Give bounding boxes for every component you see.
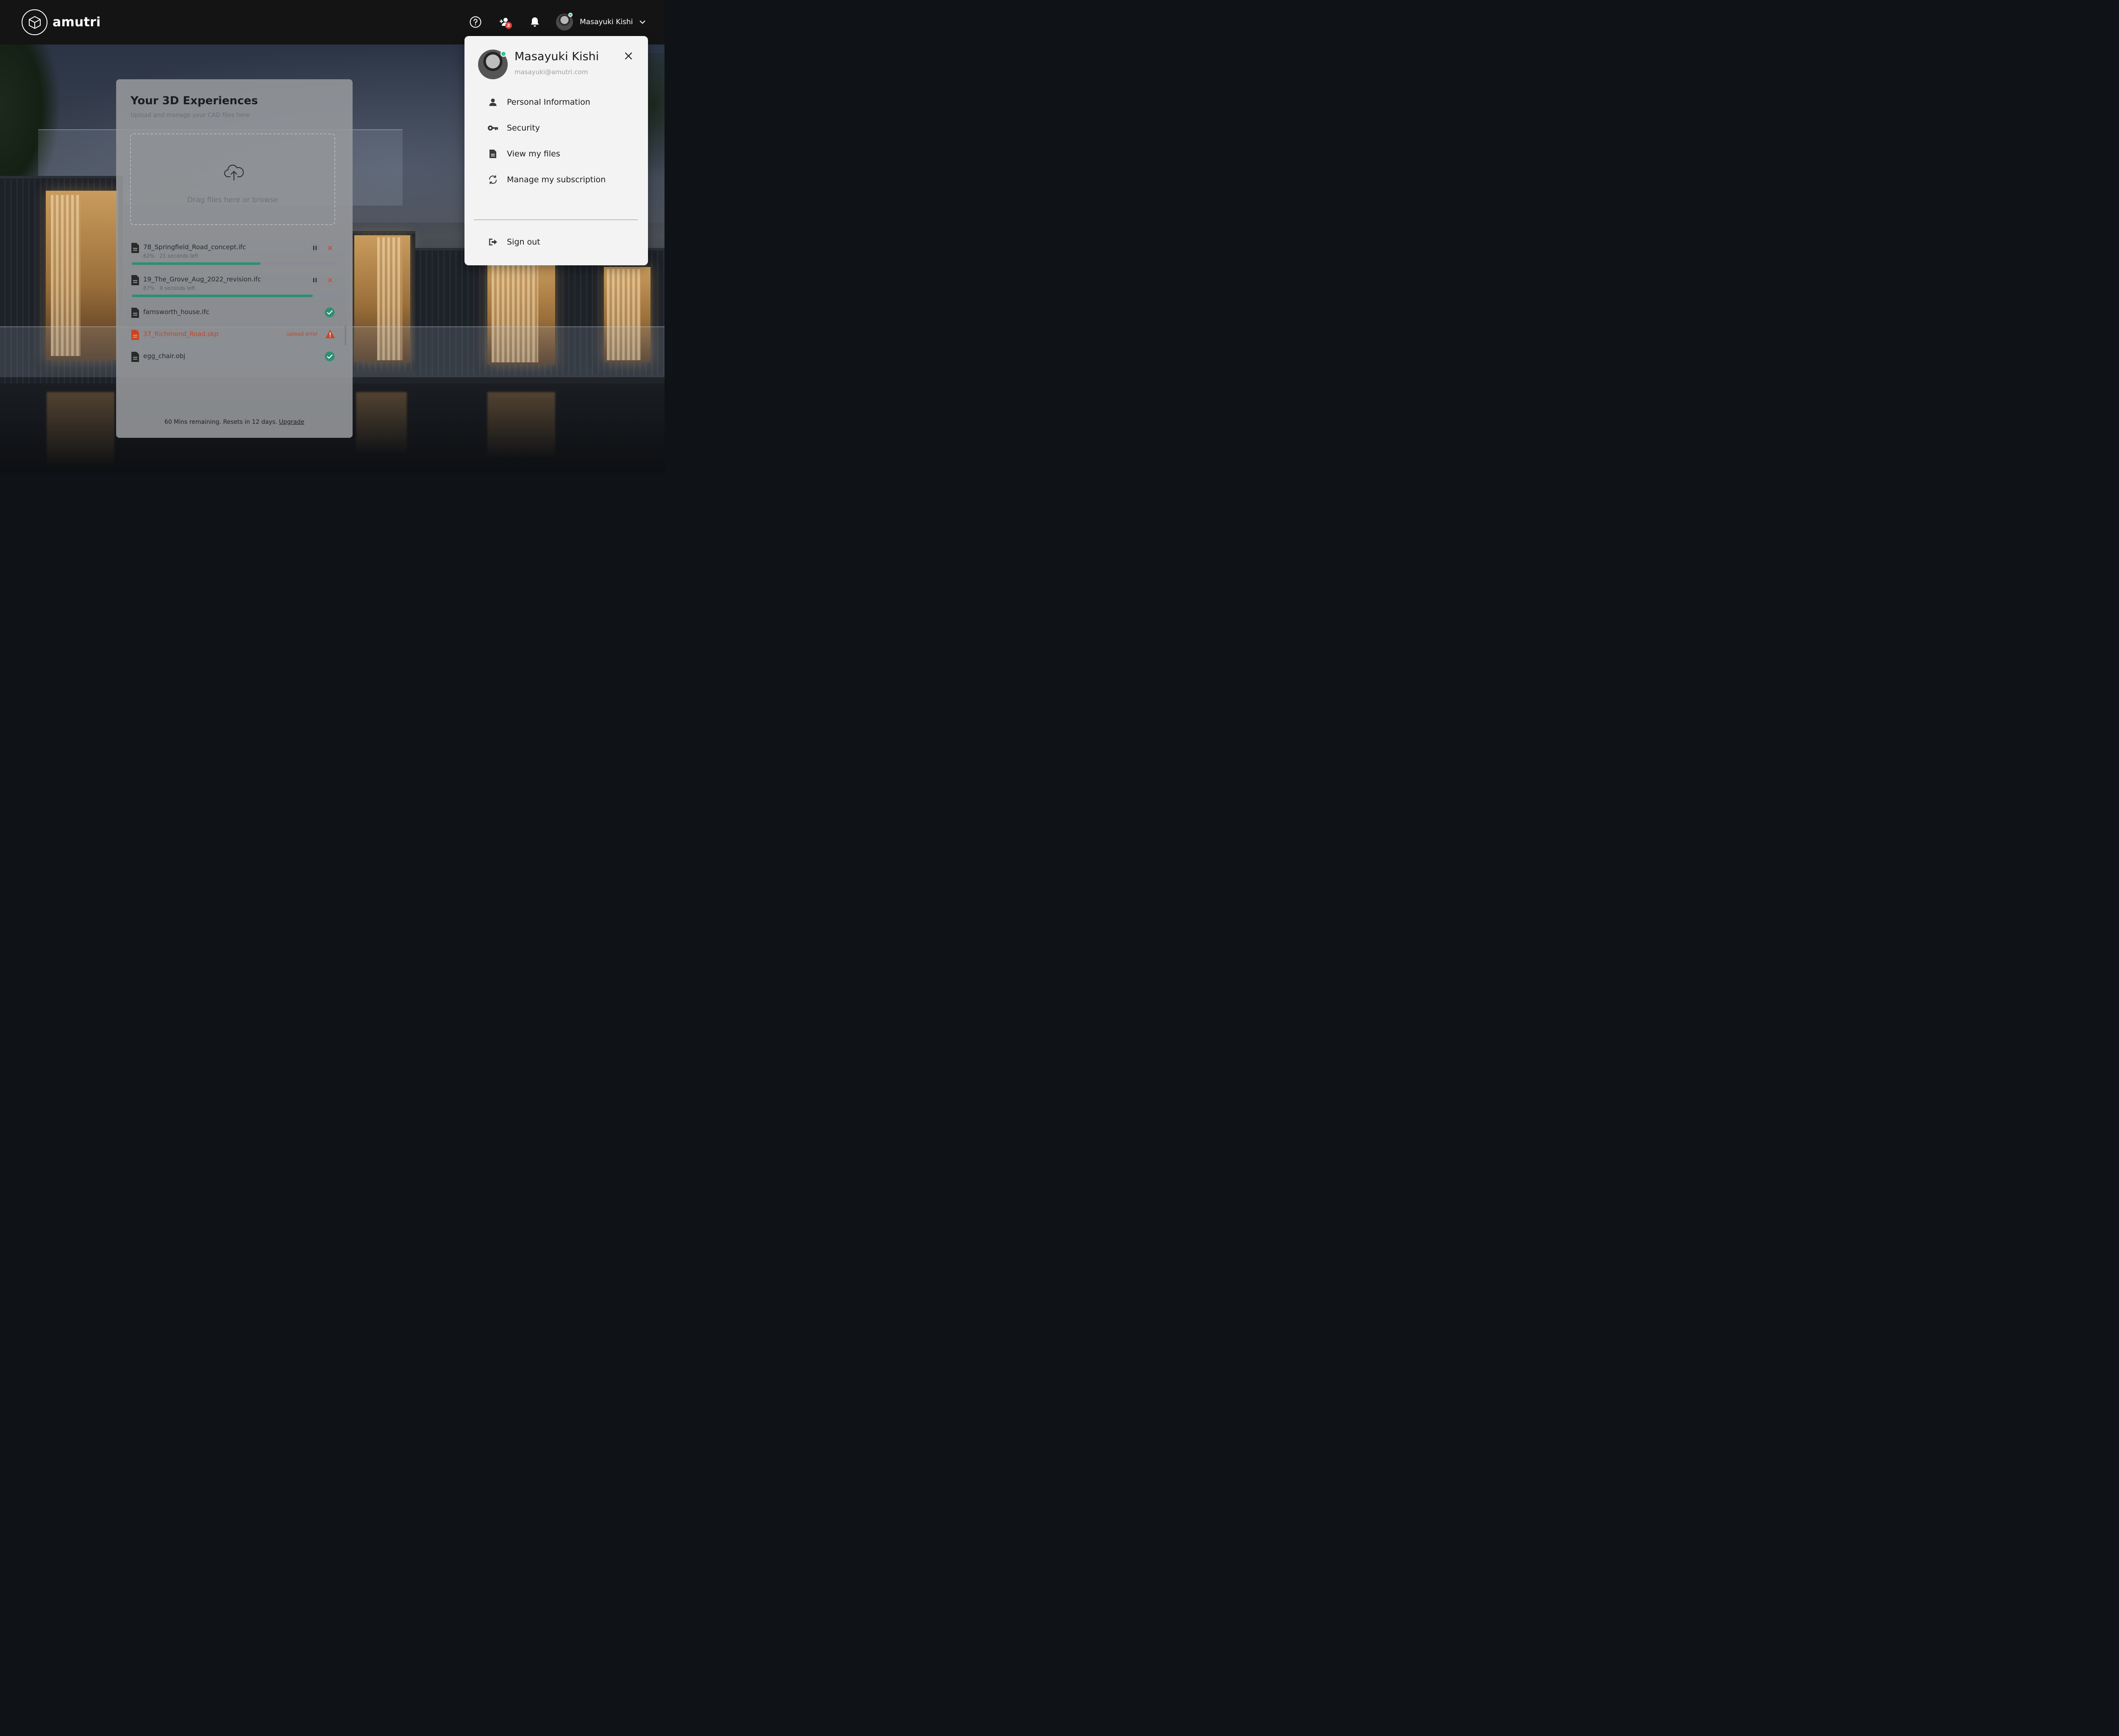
file-icon [131, 275, 139, 285]
upload-percent: 62% [143, 253, 155, 259]
close-icon [328, 278, 332, 282]
file-name: farnsworth_house.ifc [143, 308, 209, 316]
file-list-scrollbar[interactable] [345, 325, 346, 345]
online-status-dot [501, 51, 506, 57]
usage-remaining-text: 60 Mins remaining. Resets in 12 days. [164, 419, 278, 426]
close-dropdown-button[interactable] [623, 50, 634, 61]
reflection-left [47, 392, 114, 468]
avatar [556, 13, 573, 31]
menu-item-label: Security [507, 123, 540, 133]
file-name: 37_Richmond_Road.skp [143, 330, 219, 338]
upload-percent: 87% [143, 285, 155, 291]
upload-progress-fill [132, 262, 261, 265]
reflection-right [487, 392, 555, 460]
refresh-icon [487, 174, 498, 185]
avatar [478, 50, 508, 79]
menu-item-security[interactable]: Security [487, 120, 640, 136]
file-icon [131, 352, 139, 362]
dropzone-text: Drag files here or browse [187, 196, 278, 204]
bell-icon[interactable] [526, 14, 543, 31]
reflection-center [356, 392, 407, 456]
upload-progress-bar [132, 262, 340, 265]
brand-name: amutri [53, 15, 101, 30]
cube-logo-icon [22, 9, 47, 35]
upload-error-label: upload error [286, 331, 318, 337]
file-icon [487, 148, 498, 159]
file-name: 78_Springfield_Road_concept.ifc [143, 243, 246, 251]
key-icon [487, 122, 498, 134]
pause-icon [313, 278, 317, 282]
menu-item-view-my-files[interactable]: View my files [487, 145, 640, 162]
sign-out-icon [487, 236, 498, 248]
file-name: 19_The_Grove_Aug_2022_revision.ifc [143, 275, 261, 283]
online-status-dot [568, 13, 573, 17]
upload-status: 87% 9 seconds left [143, 285, 195, 291]
card-title: Your 3D Experiences [131, 95, 258, 107]
brand-logo[interactable]: amutri [22, 9, 100, 35]
menu-item-label: Manage my subscription [507, 175, 606, 184]
profile-dropdown: Masayuki Kishi masayuki@amutri.com Perso… [464, 36, 648, 265]
person-icon [487, 97, 498, 108]
cloud-upload-icon [224, 164, 244, 181]
user-menu-toggle[interactable]: Masayuki Kishi [556, 13, 645, 31]
card-subtitle: Upload and manage your CAD files here [131, 112, 250, 119]
user-name: Masayuki Kishi [580, 18, 633, 26]
close-icon [625, 52, 632, 60]
file-name: egg_chair.obj [143, 352, 186, 360]
menu-item-personal-information[interactable]: Personal Information [487, 94, 640, 111]
menu-item-label: Personal Information [507, 97, 590, 107]
upload-progress-bar [132, 295, 340, 297]
upload-progress-fill [132, 295, 313, 297]
sign-out-label: Sign out [507, 237, 540, 247]
warning-icon [325, 330, 335, 338]
pause-upload-button[interactable] [310, 275, 320, 285]
pause-upload-button[interactable] [310, 243, 320, 253]
upload-status: 62% 21 seconds left [143, 253, 198, 259]
sign-out-button[interactable]: Sign out [487, 234, 640, 250]
usage-footer: 60 Mins remaining. Resets in 12 days. Upg… [116, 419, 353, 426]
cancel-upload-button[interactable] [325, 243, 335, 253]
check-circle-icon [325, 351, 335, 362]
file-icon [131, 308, 139, 318]
menu-item-manage-subscription[interactable]: Manage my subscription [487, 171, 640, 188]
cancel-upload-button[interactable] [325, 275, 335, 285]
upload-time-left: 9 seconds left [159, 285, 195, 291]
profile-name: Masayuki Kishi [514, 50, 599, 63]
invite-count-badge: 2 [505, 22, 512, 29]
close-icon [328, 246, 332, 250]
profile-email: masayuki@amutri.com [514, 68, 588, 76]
pause-icon [313, 246, 317, 250]
add-user-icon[interactable]: 2 [497, 14, 514, 31]
menu-item-label: View my files [507, 149, 560, 159]
card-divider [131, 410, 338, 411]
help-icon[interactable] [467, 14, 484, 31]
upgrade-link[interactable]: Upgrade [279, 419, 304, 426]
chevron-down-icon [640, 20, 645, 24]
file-dropzone[interactable]: Drag files here or browse [130, 134, 335, 225]
upload-card: Your 3D Experiences Upload and manage yo… [116, 79, 353, 438]
upload-time-left: 21 seconds left [159, 253, 198, 259]
check-circle-icon [325, 307, 335, 317]
file-icon [131, 243, 139, 253]
file-icon [131, 330, 139, 340]
